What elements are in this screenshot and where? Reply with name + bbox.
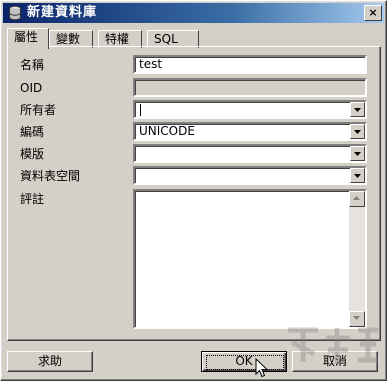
focus-ring <box>206 355 284 370</box>
encoding-dropdown-button[interactable] <box>350 124 365 139</box>
tab-properties[interactable]: 屬性 <box>7 28 49 49</box>
encoding-value: UNICODE <box>139 124 195 138</box>
mouse-pointer-icon <box>255 358 269 378</box>
arrow-up-icon <box>353 196 360 200</box>
encoding-label: 編碼 <box>20 125 45 139</box>
chevron-down-icon <box>354 174 361 178</box>
owner-label: 所有者 <box>20 103 57 117</box>
oid-label: OID <box>20 81 43 95</box>
name-label: 名稱 <box>20 58 45 72</box>
title-bar[interactable]: 新建資料庫 × <box>3 3 384 23</box>
owner-dropdown-button[interactable] <box>350 102 365 117</box>
watermark-logo <box>288 327 378 364</box>
tablespace-label: 資料表空間 <box>20 169 81 183</box>
owner-combo[interactable] <box>133 100 367 119</box>
ok-button[interactable]: OK <box>201 351 287 372</box>
oid-field <box>133 78 367 97</box>
comment-textarea[interactable] <box>133 189 367 329</box>
tablespace-dropdown-button[interactable] <box>350 168 365 183</box>
help-button[interactable]: 求助 <box>7 351 93 372</box>
name-field[interactable]: test <box>133 55 367 74</box>
close-button[interactable]: × <box>364 5 382 21</box>
comment-scrollbar[interactable] <box>349 191 365 327</box>
comment-label: 評註 <box>20 192 45 206</box>
text-caret <box>140 104 141 116</box>
template-label: 模版 <box>20 147 45 161</box>
arrow-down-icon <box>353 316 360 320</box>
template-combo[interactable] <box>133 144 367 163</box>
scroll-up-button[interactable] <box>349 191 365 207</box>
chevron-down-icon <box>354 152 361 156</box>
window-title: 新建資料庫 <box>27 5 98 20</box>
template-dropdown-button[interactable] <box>350 146 365 161</box>
database-icon <box>9 5 21 21</box>
chevron-down-icon <box>354 130 361 134</box>
encoding-combo[interactable]: UNICODE <box>133 122 367 141</box>
tablespace-combo[interactable] <box>133 166 367 185</box>
chevron-down-icon <box>354 108 361 112</box>
